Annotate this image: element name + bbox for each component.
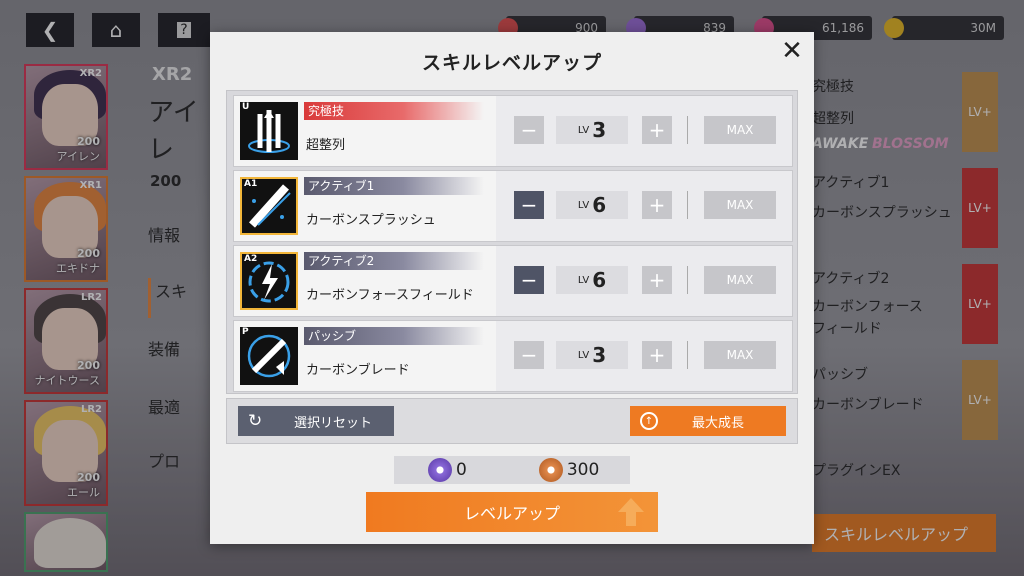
skill-name: カーボンスプラッシュ	[306, 213, 436, 228]
cost-item: 0	[428, 458, 467, 482]
max-level-button[interactable]: MAX	[704, 116, 776, 144]
skill-type-label: アクティブ2	[304, 252, 484, 270]
level-decrease-button[interactable]: −	[514, 191, 544, 219]
level-increase-button[interactable]: +	[642, 266, 672, 294]
max-level-button[interactable]: MAX	[704, 341, 776, 369]
skill-type-label: 究極技	[304, 102, 484, 120]
skill-row-active1: A1 アクティブ1 カーボンスプラッシュ − LV 6 + MAX	[233, 170, 793, 242]
skill-row-passive: P パッシブ カーボンブレード − LV 3 + MAX	[233, 320, 793, 392]
divider	[687, 266, 688, 294]
level-decrease-button[interactable]: −	[514, 266, 544, 294]
divider	[687, 116, 688, 144]
skill-name: カーボンフォースフィールド	[306, 288, 474, 303]
max-level-button[interactable]: MAX	[704, 266, 776, 294]
skill-level-display: LV 3	[556, 116, 628, 144]
orange-chip-icon	[538, 458, 563, 482]
skill-levelup-modal: スキルレベルアップ ✕ U 究極技 超整列 − LV 3 + MAX A1 アク…	[210, 32, 814, 544]
skill-type-label: パッシブ	[304, 327, 484, 345]
divider	[687, 191, 688, 219]
skill-level-display: LV 3	[556, 341, 628, 369]
skill-name: 超整列	[306, 138, 346, 153]
skill-row-active2: A2 アクティブ2 カーボンフォースフィールド − LV 6 + MAX	[233, 245, 793, 317]
level-increase-button[interactable]: +	[642, 191, 672, 219]
level-decrease-button[interactable]: −	[514, 341, 544, 369]
divider	[687, 341, 688, 369]
skill-list-panel: U 究極技 超整列 − LV 3 + MAX A1 アクティブ1 カーボンスプラ…	[226, 90, 798, 394]
close-button[interactable]: ✕	[780, 38, 804, 64]
level-increase-button[interactable]: +	[642, 341, 672, 369]
level-increase-button[interactable]: +	[642, 116, 672, 144]
passive-skill-icon: P	[240, 327, 298, 385]
skill-name: カーボンブレード	[306, 363, 410, 378]
cost-item: 300	[538, 458, 599, 482]
levelup-button[interactable]: レベルアップ	[366, 492, 658, 532]
active2-skill-icon: A2	[240, 252, 298, 310]
skill-level-display: LV 6	[556, 191, 628, 219]
skill-type-label: アクティブ1	[304, 177, 484, 195]
upgrade-arrow-icon: ↑	[640, 412, 658, 430]
active1-skill-icon: A1	[240, 177, 298, 235]
up-arrow-icon	[618, 498, 644, 526]
modal-title: スキルレベルアップ	[421, 52, 602, 74]
skill-row-ultimate: U 究極技 超整列 − LV 3 + MAX	[233, 95, 793, 167]
level-decrease-button[interactable]: −	[514, 116, 544, 144]
cost-display: 0 300	[394, 456, 630, 484]
reset-selection-button[interactable]: ↻ 選択リセット	[238, 406, 394, 436]
ultimate-skill-icon: U	[240, 102, 298, 160]
purple-chip-icon	[428, 458, 452, 482]
refresh-icon: ↻	[248, 411, 263, 431]
max-growth-button[interactable]: ↑ 最大成長	[630, 406, 786, 436]
max-level-button[interactable]: MAX	[704, 191, 776, 219]
skill-level-display: LV 6	[556, 266, 628, 294]
close-icon: ✕	[781, 36, 803, 66]
